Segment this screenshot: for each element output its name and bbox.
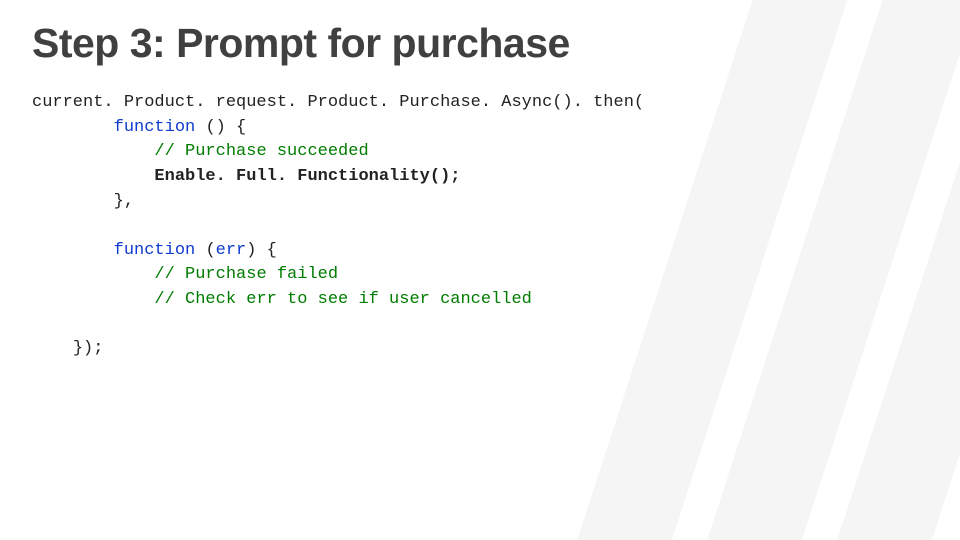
code-comment: // Purchase failed <box>154 265 338 284</box>
code-comment: // Purchase succeeded <box>154 142 368 161</box>
code-keyword: function <box>114 118 196 137</box>
code-indent <box>32 339 73 358</box>
code-text: }); <box>73 339 104 358</box>
code-keyword: function <box>114 241 196 260</box>
code-indent <box>32 167 154 186</box>
code-block: current. Product. request. Product. Purc… <box>32 91 928 362</box>
code-indent <box>32 265 154 284</box>
code-comment: // Check err to see if user cancelled <box>154 290 531 309</box>
code-text: ) { <box>246 241 277 260</box>
code-indent <box>32 118 114 137</box>
code-text: () { <box>195 118 246 137</box>
slide-title: Step 3: Prompt for purchase <box>32 20 928 67</box>
code-text: ( <box>195 241 215 260</box>
code-indent <box>32 142 154 161</box>
slide: Step 3: Prompt for purchase current. Pro… <box>0 0 960 540</box>
code-line: current. Product. request. Product. Purc… <box>32 93 644 112</box>
code-indent <box>32 290 154 309</box>
code-param: err <box>216 241 247 260</box>
code-indent <box>32 241 114 260</box>
code-text: }, <box>114 192 134 211</box>
code-call: Enable. Full. Functionality(); <box>154 167 460 186</box>
code-indent <box>32 192 114 211</box>
